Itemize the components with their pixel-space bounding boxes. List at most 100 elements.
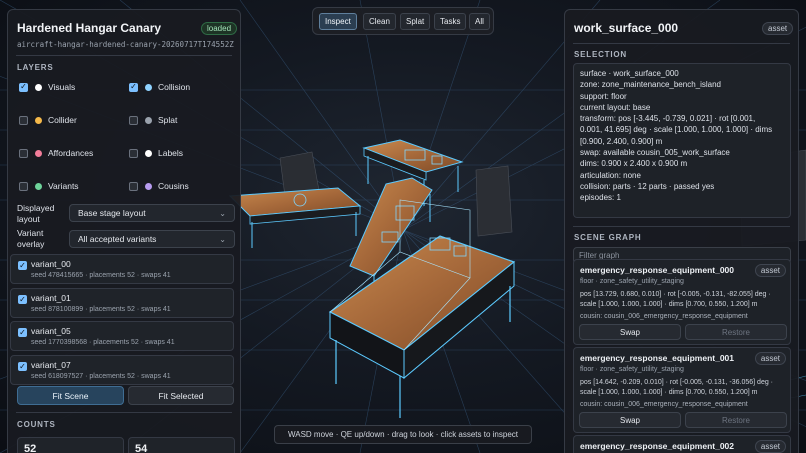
- divider: [573, 43, 790, 44]
- selection-details: surface · work_surface_000 zone: zone_ma…: [573, 63, 791, 218]
- inspect-mode-button[interactable]: Inspect: [319, 13, 357, 30]
- displayed-layout-select[interactable]: Base stage layout ⌄: [69, 204, 235, 222]
- layer-toggle-labels[interactable]: Labels: [129, 147, 183, 159]
- asset-type-badge: asset: [762, 22, 794, 35]
- checkbox[interactable]: [19, 181, 28, 191]
- tasks-mode-button[interactable]: Tasks: [434, 13, 467, 30]
- run-id: aircraft-hangar-hardened-canary-20260717…: [17, 40, 234, 49]
- selection-line: 0.001, 41.695] deg · scale [1.000, 1.000…: [580, 125, 773, 135]
- scene-title: Hardened Hangar Canary: [17, 21, 162, 35]
- checkbox[interactable]: ✓: [18, 328, 27, 337]
- select-value: All accepted variants: [78, 234, 157, 244]
- variant-name: variant_00: [31, 259, 71, 269]
- checkbox[interactable]: ✓: [19, 82, 28, 92]
- layer-toggle-variants[interactable]: Variants: [19, 180, 79, 192]
- asset-type-badge: asset: [754, 264, 786, 277]
- count-placements: 52: [17, 437, 124, 453]
- variant-meta: seed 1770398568 · placements 52 · swaps …: [31, 339, 175, 346]
- select-value: Base stage layout: [78, 208, 146, 218]
- divider: [16, 412, 232, 413]
- graph-item-zone: floor · zone_safety_utility_staging: [580, 278, 684, 285]
- scene-graph-heading: SCENE GRAPH: [574, 233, 642, 242]
- variant-meta: seed 618097527 · placements 52 · swaps 4…: [31, 373, 171, 380]
- graph-item-cousin: cousin: cousin_006_emergency_response_eq…: [580, 313, 748, 320]
- checkbox[interactable]: ✓: [18, 362, 27, 371]
- asset-type-badge: asset: [754, 440, 786, 453]
- controls-hint: WASD move · QE up/down · drag to look · …: [274, 425, 532, 444]
- asset-type-badge: asset: [754, 352, 786, 365]
- variant-item[interactable]: ✓ variant_00 seed 478415665 · placements…: [10, 254, 234, 284]
- layer-label: Visuals: [48, 82, 76, 92]
- layer-color-dot: [35, 182, 42, 190]
- graph-item[interactable]: emergency_response_equipment_001 asset f…: [573, 347, 791, 433]
- variant-name: variant_01: [31, 293, 71, 303]
- checkbox[interactable]: [129, 148, 138, 158]
- selection-line: episodes: 1: [580, 193, 621, 203]
- variant-name: variant_07: [31, 360, 71, 370]
- checkbox[interactable]: [19, 115, 28, 125]
- checkbox[interactable]: [129, 115, 138, 125]
- variant-name: variant_05: [31, 326, 71, 336]
- mode-toolbar: Inspect Clean Splat Tasks All: [312, 7, 494, 35]
- layer-toggle-collider[interactable]: Collider: [19, 114, 77, 126]
- graph-item-transform: pos [13.729, 0.680, 0.010] · rot [-0.005…: [580, 291, 771, 308]
- layer-toggle-collision[interactable]: ✓ Collision: [129, 81, 190, 93]
- swap-button[interactable]: Swap: [579, 324, 681, 340]
- swap-button[interactable]: Swap: [579, 412, 681, 428]
- selection-line: current layout: base: [580, 102, 651, 112]
- clean-mode-button[interactable]: Clean: [363, 13, 396, 30]
- variant-meta: seed 878100899 · placements 52 · swaps 4…: [31, 306, 171, 313]
- all-mode-button[interactable]: All: [469, 13, 490, 30]
- scene-control-panel: Hardened Hangar Canary loaded aircraft-h…: [7, 9, 241, 453]
- layer-label: Cousins: [158, 181, 189, 191]
- variant-overlay-label: Variant overlay: [17, 228, 45, 249]
- selected-asset-title: work_surface_000: [574, 21, 679, 35]
- count-assets: 54: [128, 437, 235, 453]
- graph-item-zone: floor · zone_safety_utility_staging: [580, 366, 684, 373]
- variant-item[interactable]: ✓ variant_07 seed 618097527 · placements…: [10, 355, 234, 385]
- layer-toggle-splat[interactable]: Splat: [129, 114, 177, 126]
- layer-toggle-cousins[interactable]: Cousins: [129, 180, 189, 192]
- checkbox[interactable]: ✓: [18, 261, 27, 270]
- chevron-down-icon: ⌄: [219, 234, 226, 244]
- layer-label: Collision: [158, 82, 191, 92]
- variant-item[interactable]: ✓ variant_01 seed 878100899 · placements…: [10, 288, 234, 318]
- layer-toggle-visuals[interactable]: ✓ Visuals: [19, 81, 75, 93]
- checkbox[interactable]: [19, 148, 28, 158]
- selection-line: transform: pos [-3.445, -0.739, 0.021] ·…: [580, 114, 756, 124]
- selection-line: [0.900, 2.400, 0.900] m: [580, 136, 663, 146]
- checkbox[interactable]: ✓: [129, 82, 138, 92]
- restore-button[interactable]: Restore: [685, 412, 787, 428]
- checkbox[interactable]: ✓: [18, 295, 27, 304]
- selection-line: swap: available cousin_005_work_surface: [580, 148, 730, 158]
- variant-overlay-select[interactable]: All accepted variants ⌄: [69, 230, 235, 248]
- work-bench-2: [228, 187, 362, 248]
- selection-line: zone: zone_maintenance_bench_island: [580, 80, 721, 90]
- selection-line: surface · work_surface_000: [580, 69, 679, 78]
- layer-color-dot: [35, 83, 42, 91]
- layer-label: Affordances: [48, 148, 94, 158]
- checkbox[interactable]: [129, 181, 138, 191]
- graph-item-transform: pos [14.642, -0.209, 0.010] · rot [-0.00…: [580, 379, 774, 396]
- splat-mode-button[interactable]: Splat: [400, 13, 431, 30]
- selection-line: articulation: none: [580, 170, 641, 180]
- layer-color-dot: [145, 83, 152, 91]
- divider: [573, 226, 790, 227]
- graph-item[interactable]: emergency_response_equipment_000 asset f…: [573, 259, 791, 345]
- graph-item-name: emergency_response_equipment_001: [580, 353, 735, 363]
- graph-item-cousin: cousin: cousin_006_emergency_response_eq…: [580, 401, 748, 408]
- selection-heading: SELECTION: [574, 50, 627, 59]
- layer-label: Splat: [158, 115, 178, 125]
- graph-item[interactable]: emergency_response_equipment_002 asset: [573, 435, 791, 453]
- variant-item[interactable]: ✓ variant_05 seed 1770398568 · placement…: [10, 321, 234, 351]
- selection-line: support: floor: [580, 91, 627, 101]
- counts-heading: COUNTS: [17, 420, 56, 429]
- displayed-layout-label: Displayed layout: [17, 203, 55, 224]
- fit-scene-button[interactable]: Fit Scene: [17, 386, 124, 405]
- fit-selected-button[interactable]: Fit Selected: [128, 386, 234, 405]
- restore-button[interactable]: Restore: [685, 324, 787, 340]
- layer-toggle-affordances[interactable]: Affordances: [19, 147, 93, 159]
- layer-label: Collider: [48, 115, 77, 125]
- graph-item-name: emergency_response_equipment_002: [580, 441, 735, 451]
- layers-heading: LAYERS: [17, 63, 54, 72]
